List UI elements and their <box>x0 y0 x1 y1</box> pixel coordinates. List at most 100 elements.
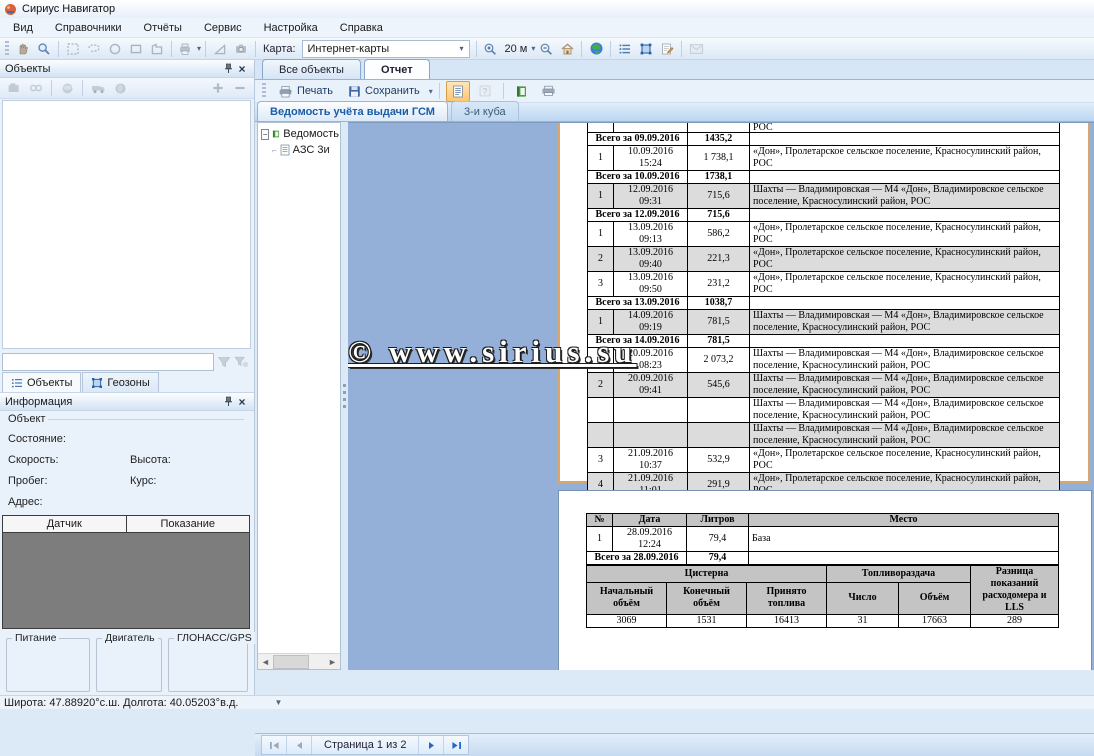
next-page-button[interactable] <box>419 736 444 754</box>
close-icon[interactable]: × <box>235 62 249 76</box>
save-dropdown-caret[interactable]: ▾ <box>429 87 433 96</box>
menu-vid[interactable]: Вид <box>2 20 44 36</box>
tree-node-child[interactable]: ⌐ АЗС 3и <box>272 144 338 156</box>
measure-tool-icon[interactable] <box>210 40 230 58</box>
page-setup-icon <box>541 85 556 97</box>
report-params-toggle[interactable] <box>446 81 470 102</box>
total-label: Всего за 10.09.2016 <box>588 171 688 184</box>
globe-icon[interactable] <box>586 40 606 58</box>
zoom-in-icon[interactable] <box>481 40 501 58</box>
report-tab-3cuba[interactable]: 3-и куба <box>451 101 519 121</box>
mileage-label: Пробег: <box>8 475 48 487</box>
combo-arrow-icon[interactable]: ▾ <box>455 41 469 57</box>
toolbar-separator <box>51 80 52 96</box>
total-value: 715,6 <box>688 209 750 222</box>
expand-plus-icon[interactable] <box>208 79 228 97</box>
scroll-left-icon[interactable]: ◄ <box>258 655 273 669</box>
zoom-level-value[interactable]: 20 м <box>502 43 531 55</box>
tab-report[interactable]: Отчет <box>364 59 430 79</box>
cell-place <box>750 133 1060 146</box>
menu-servis[interactable]: Сервис <box>193 20 253 36</box>
toolbar-separator <box>255 41 256 57</box>
report-data-row: 114.09.2016 09:19781,5Шахты — Владимиров… <box>588 310 1060 335</box>
cell-datetime: 28.09.2016 12:24 <box>613 527 687 552</box>
report-book-button[interactable] <box>510 81 534 102</box>
cell-datetime <box>614 123 688 133</box>
zoom-select-icon[interactable] <box>34 40 54 58</box>
main-area: Все объекты Отчет Печать Сохранить ▾ ? В… <box>255 60 1094 695</box>
polygon-tool-icon[interactable] <box>147 40 167 58</box>
report-tab-3cuba-label: 3-и куба <box>464 106 506 118</box>
value-col-header[interactable]: Показание <box>127 516 250 532</box>
splitter[interactable] <box>341 122 348 670</box>
menu-spravka[interactable]: Справка <box>329 20 394 36</box>
tree-node-root-label: Ведомость <box>283 128 339 140</box>
circle-tool-icon[interactable] <box>105 40 125 58</box>
save-button[interactable]: Сохранить <box>342 84 426 99</box>
toolbar-grip[interactable] <box>262 83 266 99</box>
tab-objects[interactable]: Объекты <box>2 372 81 392</box>
cell-place: «Дон», Пролетарское сельское поселение, … <box>750 222 1060 247</box>
snapshot-icon[interactable] <box>231 40 251 58</box>
splitter-handle[interactable] <box>343 384 346 410</box>
pin-icon[interactable] <box>221 62 235 76</box>
print-map-caret[interactable]: ▾ <box>197 44 201 53</box>
collapse-minus-icon[interactable] <box>230 79 250 97</box>
objects-list[interactable] <box>2 100 251 349</box>
object-filter-input[interactable] <box>2 353 214 371</box>
prev-page-button[interactable] <box>287 736 312 754</box>
track-list-icon[interactable] <box>615 40 635 58</box>
print-map-icon[interactable] <box>176 40 196 58</box>
last-page-button[interactable] <box>444 736 468 754</box>
report-tab-vedomost[interactable]: Ведомость учёта выдачи ГСМ <box>257 101 448 121</box>
geozones-icon[interactable] <box>636 40 656 58</box>
state-label: Состояние: <box>8 433 66 445</box>
filter-clear-icon[interactable] <box>234 356 249 368</box>
rect-tool-icon[interactable] <box>126 40 146 58</box>
menu-otchety[interactable]: Отчёты <box>133 20 193 36</box>
pager-group: Страница 1 из 2 <box>261 735 469 755</box>
tree-collapse-icon[interactable]: − <box>261 129 269 140</box>
filter-icon[interactable] <box>217 356 231 368</box>
toolbar-grip[interactable] <box>5 41 9 57</box>
lasso-select-icon[interactable] <box>84 40 104 58</box>
cell-place: Шахты — Владимировская — М4 «Дон», Влади… <box>750 423 1060 448</box>
edit-notes-icon[interactable] <box>657 40 677 58</box>
zoom-out-icon[interactable] <box>536 40 556 58</box>
print-button-label: Печать <box>297 85 333 97</box>
pan-hand-icon[interactable] <box>13 40 33 58</box>
sensor-table: Датчик Показание <box>2 515 250 629</box>
zoom-level-caret[interactable]: ▾ <box>531 44 535 53</box>
tree-node-root[interactable]: − Ведомость <box>261 128 339 140</box>
report-preview[interactable]: РОСВсего за 09.09.20161435,2110.09.2016 … <box>348 122 1094 670</box>
received-fuel-value: 16413 <box>747 615 827 628</box>
cell-place <box>749 552 1059 565</box>
address-label: Адрес: <box>8 496 43 508</box>
page-setup-button[interactable] <box>537 81 561 102</box>
pin-icon[interactable] <box>221 395 235 409</box>
print-button[interactable]: Печать <box>272 84 339 99</box>
close-icon[interactable]: × <box>235 395 249 409</box>
home-icon[interactable] <box>557 40 577 58</box>
tree-hscrollbar[interactable]: ◄ ► <box>258 653 340 669</box>
cell-num: 3 <box>588 448 614 473</box>
menu-nastroyka[interactable]: Настройка <box>253 20 329 36</box>
map-source-select[interactable]: Интернет-карты ▾ <box>302 40 470 58</box>
scroll-thumb[interactable] <box>273 655 309 669</box>
cell-datetime: 13.09.2016 09:50 <box>614 272 688 297</box>
tab-geozones[interactable]: Геозоны <box>82 372 158 392</box>
objects-panel-header: Объекты × <box>0 60 254 78</box>
menu-bar: Вид Справочники Отчёты Сервис Настройка … <box>0 18 1094 38</box>
menu-spravochniki[interactable]: Справочники <box>44 20 133 36</box>
table-header-row: № Дата Литров Место <box>587 514 1059 527</box>
cistern-group-header: Цистерна <box>587 566 827 583</box>
first-page-button[interactable] <box>262 736 287 754</box>
statusbar-dropdown-caret[interactable]: ▼ <box>274 698 282 707</box>
tab-all-objects[interactable]: Все объекты <box>262 59 361 79</box>
select-rect-icon[interactable] <box>63 40 83 58</box>
toolbar-separator <box>681 41 682 57</box>
sensor-col-header[interactable]: Датчик <box>3 516 127 532</box>
cell-liters: 1 738,1 <box>688 146 750 171</box>
report-data-row: Шахты — Владимировская — М4 «Дон», Влади… <box>588 398 1060 423</box>
scroll-right-icon[interactable]: ► <box>325 655 340 669</box>
